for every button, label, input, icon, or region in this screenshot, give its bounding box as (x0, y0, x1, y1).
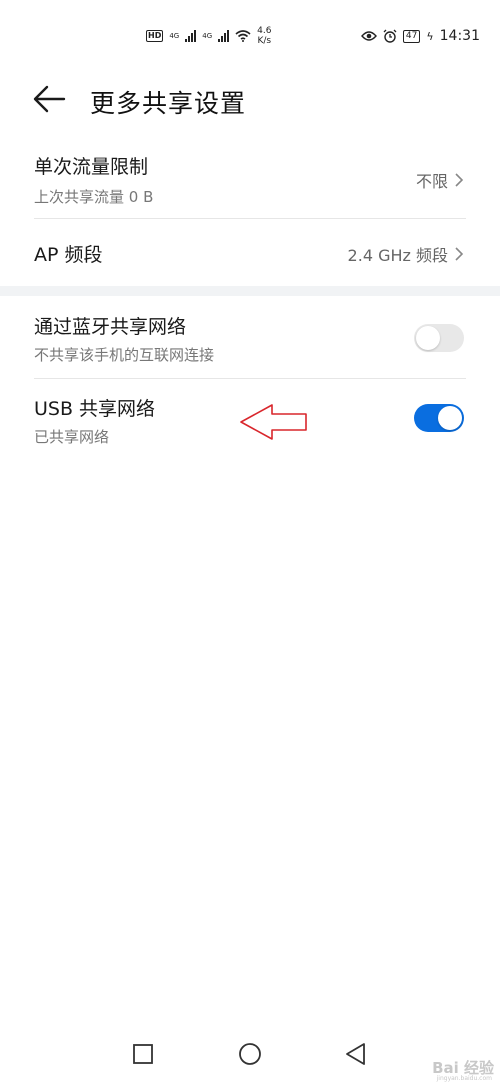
alarm-icon (383, 29, 397, 43)
signal-icon (185, 30, 197, 42)
net-speed: 4.6 K/s (257, 26, 272, 46)
bluetooth-share-toggle[interactable] (414, 324, 464, 352)
app-header: 更多共享设置 (0, 78, 500, 122)
data-limit-row[interactable]: 单次流量限制 上次共享流量 0 B 不限 (34, 150, 466, 218)
battery-icon: 47 (402, 29, 421, 43)
square-icon (133, 1044, 153, 1064)
navigation-bar: Bai 经验 jingyan.baidu.com (0, 1024, 500, 1084)
status-time: 14:31 (439, 28, 480, 44)
recents-button[interactable] (125, 1036, 161, 1072)
ap-band-value: 2.4 GHz 频段 (347, 246, 448, 265)
charging-icon: ϟ (426, 29, 434, 43)
data-limit-value-group: 不限 (416, 168, 464, 192)
circle-icon (239, 1043, 261, 1065)
back-nav-button[interactable] (338, 1036, 374, 1072)
data-limit-subtitle: 上次共享流量 0 B (34, 188, 154, 206)
usb-share-title: USB 共享网络 (34, 398, 156, 420)
hd-icon: HD (146, 30, 164, 42)
chevron-right-icon (455, 173, 464, 187)
triangle-back-icon (346, 1043, 365, 1065)
annotation-arrow-icon (240, 404, 307, 440)
status-bar: HD 4G 4G 4.6 K/s 47 ϟ 14:31 (0, 0, 500, 72)
toggle-knob (416, 326, 440, 350)
back-arrow-icon (33, 85, 66, 113)
net-type-2: 4G (202, 32, 213, 40)
ap-band-value-group: 2.4 GHz 频段 (348, 242, 464, 266)
page-title: 更多共享设置 (90, 89, 247, 118)
bluetooth-share-subtitle: 不共享该手机的互联网连接 (34, 346, 215, 364)
bluetooth-share-row[interactable]: 通过蓝牙共享网络 不共享该手机的互联网连接 (34, 310, 466, 378)
ap-band-title: AP 频段 (34, 244, 103, 266)
signal-icon-2 (218, 30, 230, 42)
status-left: HD 4G 4G 4.6 K/s (146, 26, 271, 46)
home-button[interactable] (232, 1036, 268, 1072)
back-button[interactable] (32, 84, 68, 116)
usb-share-toggle[interactable] (414, 404, 464, 432)
divider (34, 378, 466, 379)
section-separator (0, 286, 500, 296)
wifi-icon (235, 30, 251, 42)
chevron-right-icon (455, 247, 464, 261)
bluetooth-share-title: 通过蓝牙共享网络 (34, 316, 187, 338)
data-limit-value: 不限 (415, 172, 448, 191)
divider (34, 218, 466, 219)
ap-band-row[interactable]: AP 频段 2.4 GHz 频段 (34, 228, 466, 280)
data-limit-title: 单次流量限制 (34, 156, 149, 178)
eye-icon (360, 31, 377, 41)
net-type-1: 4G (169, 32, 180, 40)
watermark-url: jingyan.baidu.com (436, 1075, 492, 1082)
toggle-knob (438, 406, 462, 430)
usb-share-subtitle: 已共享网络 (34, 428, 110, 446)
status-right: 47 ϟ 14:31 (360, 28, 480, 44)
